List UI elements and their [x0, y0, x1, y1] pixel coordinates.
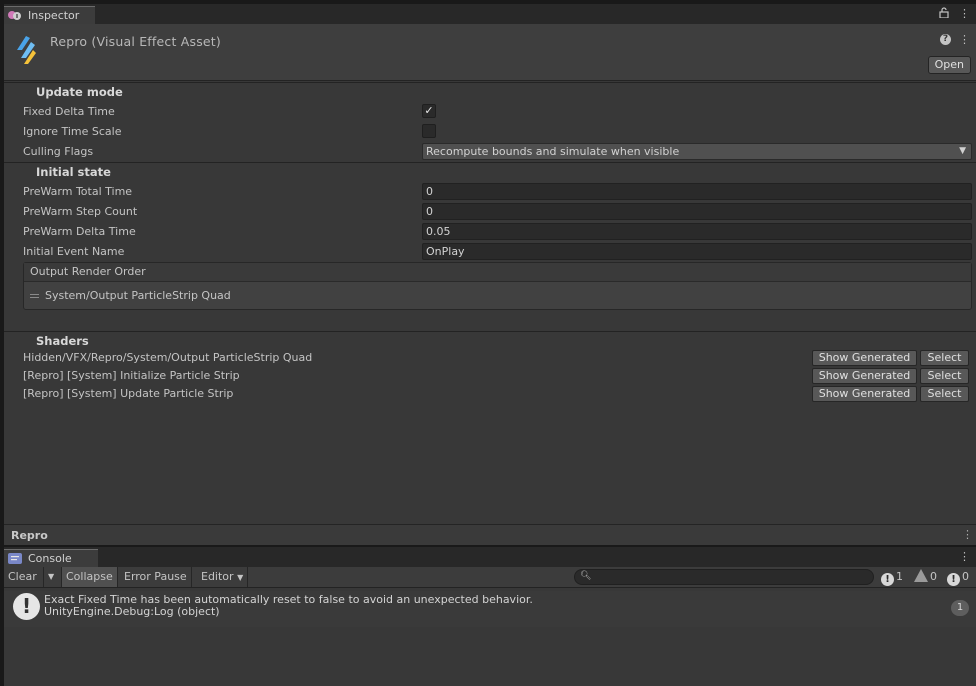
- preview-footer-bar[interactable]: Repro ⋮: [4, 524, 976, 545]
- open-button[interactable]: Open: [927, 56, 971, 74]
- label-ignore-time-scale: Ignore Time Scale: [23, 125, 122, 138]
- prewarm-total-time-input[interactable]: 0: [422, 183, 972, 200]
- help-icon[interactable]: ?: [940, 34, 951, 45]
- label-initial-event-name: Initial Event Name: [23, 245, 125, 258]
- lock-icon[interactable]: [939, 7, 949, 18]
- divider: [4, 162, 976, 163]
- error-count: 0: [962, 570, 969, 583]
- divider: [4, 82, 976, 83]
- ignore-time-scale-checkbox[interactable]: [422, 124, 436, 138]
- error-pause-toggle[interactable]: Error Pause: [120, 567, 192, 587]
- divider: [4, 331, 976, 332]
- warning-count-toggle[interactable]: 0: [912, 569, 937, 586]
- drag-handle-icon[interactable]: [30, 294, 39, 298]
- inspector-tabbar: Inspector ⋮: [4, 4, 976, 24]
- tab-inspector[interactable]: Inspector: [4, 6, 96, 24]
- output-render-order-title: Output Render Order: [24, 263, 971, 282]
- warning-count: 0: [930, 570, 937, 583]
- asset-title: Repro (Visual Effect Asset): [50, 34, 221, 49]
- chevron-down-icon: ▼: [48, 572, 55, 581]
- info-icon: [8, 11, 21, 20]
- error-count-toggle[interactable]: ! 0: [945, 569, 969, 586]
- kebab-menu-icon[interactable]: ⋮: [959, 550, 970, 563]
- shader-row: Hidden/VFX/Repro/System/Output ParticleS…: [23, 350, 972, 366]
- initial-event-name-input[interactable]: OnPlay: [422, 243, 972, 260]
- list-item-label: System/Output ParticleStrip Quad: [45, 289, 231, 302]
- culling-flags-dropdown[interactable]: Recompute bounds and simulate when visib…: [422, 143, 972, 160]
- chevron-down-icon: ▼: [237, 573, 244, 582]
- asset-header: Repro (Visual Effect Asset) ? ⋮ Open: [4, 24, 976, 81]
- show-generated-button[interactable]: Show Generated: [812, 350, 917, 366]
- label-prewarm-total-time: PreWarm Total Time: [23, 185, 133, 198]
- show-generated-button[interactable]: Show Generated: [812, 368, 917, 384]
- select-button[interactable]: Select: [920, 386, 969, 402]
- section-title-update-mode: Update mode: [36, 85, 123, 99]
- inspector-panel: Inspector ⋮ Repro (Visual Effect Asset) …: [4, 4, 976, 545]
- error-icon: !: [947, 573, 960, 586]
- console-tabbar: Console ⋮: [4, 547, 976, 567]
- culling-flags-value: Recompute bounds and simulate when visib…: [426, 145, 680, 158]
- tab-inspector-label: Inspector: [28, 9, 80, 22]
- list-item[interactable]: System/Output ParticleStrip Quad: [24, 282, 971, 310]
- vfx-asset-icon: [17, 36, 36, 64]
- clear-button[interactable]: Clear: [4, 567, 44, 587]
- settings-kebab-icon[interactable]: ⋮: [959, 34, 970, 45]
- info-message-icon: !: [13, 593, 40, 620]
- tab-console-label: Console: [28, 552, 72, 565]
- select-button[interactable]: Select: [920, 350, 969, 366]
- log-entry[interactable]: ! Exact Fixed Time has been automaticall…: [4, 591, 976, 627]
- info-count-toggle[interactable]: ! 1: [879, 569, 903, 586]
- search-icon: 🔍︎: [580, 571, 592, 581]
- warning-icon: [914, 569, 928, 582]
- console-tab-actions: ⋮: [959, 550, 970, 563]
- info-count: 1: [896, 570, 903, 583]
- select-button[interactable]: Select: [920, 368, 969, 384]
- kebab-menu-icon[interactable]: ⋮: [959, 7, 970, 20]
- label-fixed-delta-time: Fixed Delta Time: [23, 105, 115, 118]
- editor-dropdown[interactable]: Editor ▼: [197, 567, 249, 587]
- shader-name: Hidden/VFX/Repro/System/Output ParticleS…: [23, 351, 313, 364]
- label-prewarm-delta-time: PreWarm Delta Time: [23, 225, 136, 238]
- header-icons: ? ⋮: [940, 34, 970, 45]
- preview-name: Repro: [11, 529, 48, 542]
- shader-row: [Repro] [System] Initialize Particle Str…: [23, 368, 972, 384]
- section-title-shaders: Shaders: [36, 334, 89, 348]
- tab-actions: ⋮: [939, 7, 970, 20]
- console-search-input[interactable]: 🔍︎: [574, 569, 874, 585]
- console-panel: Console ⋮ Clear ▼ Collapse Error Pause E…: [4, 547, 976, 686]
- log-stacktrace-line: UnityEngine.Debug:Log (object): [44, 605, 220, 618]
- collapse-toggle[interactable]: Collapse: [62, 567, 118, 587]
- chevron-down-icon: ▼: [959, 146, 966, 156]
- prewarm-delta-time-input[interactable]: 0.05: [422, 223, 972, 240]
- shader-name: [Repro] [System] Update Particle Strip: [23, 387, 234, 400]
- console-toolbar: Clear ▼ Collapse Error Pause Editor ▼ 🔍︎…: [4, 567, 976, 588]
- shader-name: [Repro] [System] Initialize Particle Str…: [23, 369, 240, 382]
- output-render-order-list: Output Render Order System/Output Partic…: [23, 262, 972, 310]
- prewarm-step-count-input[interactable]: 0: [422, 203, 972, 220]
- section-title-initial-state: Initial state: [36, 165, 111, 179]
- fixed-delta-time-checkbox[interactable]: ✓: [422, 104, 436, 118]
- kebab-menu-icon[interactable]: ⋮: [962, 528, 973, 541]
- tab-console[interactable]: Console: [4, 549, 98, 567]
- log-message: Exact Fixed Time has been automatically …: [44, 594, 533, 618]
- log-collapse-count-badge: 1: [951, 600, 969, 616]
- clear-options-dropdown[interactable]: ▼: [44, 567, 62, 587]
- info-icon: !: [881, 573, 894, 586]
- show-generated-button[interactable]: Show Generated: [812, 386, 917, 402]
- label-prewarm-step-count: PreWarm Step Count: [23, 205, 138, 218]
- console-icon: [8, 553, 22, 564]
- shader-row: [Repro] [System] Update Particle Strip S…: [23, 386, 972, 402]
- editor-label: Editor: [201, 570, 234, 583]
- label-culling-flags: Culling Flags: [23, 145, 94, 158]
